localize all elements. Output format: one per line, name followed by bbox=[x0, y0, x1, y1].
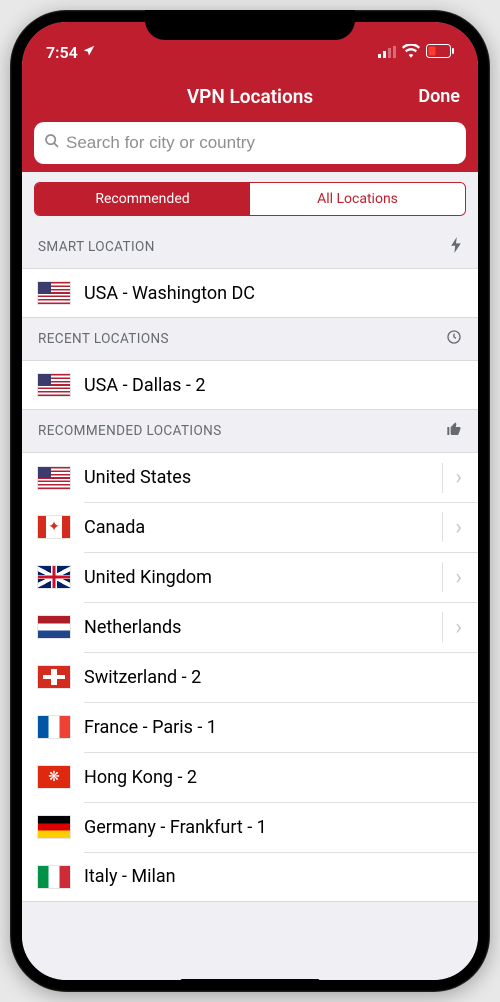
location-row-de[interactable]: Germany - Frankfurt - 1 bbox=[22, 802, 478, 852]
flag-de-icon bbox=[38, 816, 70, 838]
signal-icon bbox=[378, 43, 396, 62]
location-label: Switzerland - 2 bbox=[84, 667, 462, 688]
chevron-right-icon[interactable]: › bbox=[442, 612, 462, 642]
location-row-gb[interactable]: United Kingdom › bbox=[22, 552, 478, 602]
tab-recommended[interactable]: Recommended bbox=[35, 183, 250, 215]
location-row-us[interactable]: United States › bbox=[22, 452, 478, 502]
location-label: Italy - Milan bbox=[84, 866, 462, 887]
location-row-recent[interactable]: USA - Dallas - 2 bbox=[22, 360, 478, 410]
home-indicator[interactable] bbox=[180, 979, 320, 984]
segmented-wrap: Recommended All Locations bbox=[22, 172, 478, 226]
notch bbox=[145, 10, 355, 40]
location-row-ca[interactable]: Canada › bbox=[22, 502, 478, 552]
flag-hk-icon bbox=[38, 766, 70, 788]
clock-icon bbox=[446, 329, 462, 349]
location-row-ch[interactable]: Switzerland - 2 bbox=[22, 652, 478, 702]
search-icon bbox=[44, 133, 60, 154]
flag-ca-icon bbox=[38, 516, 70, 538]
status-left: 7:54 bbox=[46, 43, 96, 62]
segmented-control: Recommended All Locations bbox=[34, 182, 466, 216]
search-wrap bbox=[22, 122, 478, 172]
chevron-right-icon[interactable]: › bbox=[442, 562, 462, 592]
location-row-hk[interactable]: Hong Kong - 2 bbox=[22, 752, 478, 802]
locations-list[interactable]: SMART LOCATION USA - Washington DC RECEN… bbox=[22, 226, 478, 980]
flag-it-icon bbox=[38, 866, 70, 888]
flag-gb-icon bbox=[38, 566, 70, 588]
location-label: United States bbox=[84, 467, 428, 488]
location-label: Germany - Frankfurt - 1 bbox=[84, 817, 462, 838]
location-label: United Kingdom bbox=[84, 567, 428, 588]
location-row-smart[interactable]: USA - Washington DC bbox=[22, 268, 478, 318]
section-title-recommended: RECOMMENDED LOCATIONS bbox=[38, 423, 222, 439]
location-label: France - Paris - 1 bbox=[84, 717, 462, 738]
section-title-recent: RECENT LOCATIONS bbox=[38, 331, 169, 347]
status-right bbox=[378, 43, 454, 62]
thumbs-up-icon bbox=[446, 421, 462, 441]
location-label: Netherlands bbox=[84, 617, 428, 638]
flag-us-icon bbox=[38, 467, 70, 489]
flag-us-icon bbox=[38, 282, 70, 304]
lightning-icon bbox=[450, 237, 462, 257]
section-header-recommended: RECOMMENDED LOCATIONS bbox=[22, 410, 478, 452]
location-label: Canada bbox=[84, 517, 428, 538]
location-label: Hong Kong - 2 bbox=[84, 767, 462, 788]
search-input[interactable] bbox=[66, 133, 456, 153]
location-row-fr[interactable]: France - Paris - 1 bbox=[22, 702, 478, 752]
wifi-icon bbox=[402, 43, 420, 62]
flag-nl-icon bbox=[38, 616, 70, 638]
status-time: 7:54 bbox=[46, 43, 78, 62]
section-title-smart: SMART LOCATION bbox=[38, 239, 155, 255]
section-header-recent: RECENT LOCATIONS bbox=[22, 318, 478, 360]
chevron-right-icon[interactable]: › bbox=[442, 512, 462, 542]
screen: 7:54 VPN Locations Done bbox=[22, 22, 478, 980]
flag-ch-icon bbox=[38, 666, 70, 688]
flag-fr-icon bbox=[38, 716, 70, 738]
battery-low-icon bbox=[426, 43, 454, 62]
location-label: USA - Dallas - 2 bbox=[84, 375, 462, 396]
flag-us-icon bbox=[38, 374, 70, 396]
location-arrow-icon bbox=[82, 43, 96, 62]
nav-bar: VPN Locations Done bbox=[22, 70, 478, 122]
section-header-smart: SMART LOCATION bbox=[22, 226, 478, 268]
location-row-nl[interactable]: Netherlands › bbox=[22, 602, 478, 652]
location-row-it[interactable]: Italy - Milan bbox=[22, 852, 478, 902]
search-box[interactable] bbox=[34, 122, 466, 164]
device-frame: 7:54 VPN Locations Done bbox=[10, 10, 490, 992]
tab-all-locations[interactable]: All Locations bbox=[250, 183, 465, 215]
done-button[interactable]: Done bbox=[418, 86, 460, 107]
page-title: VPN Locations bbox=[187, 85, 313, 108]
chevron-right-icon[interactable]: › bbox=[442, 463, 462, 493]
location-label: USA - Washington DC bbox=[84, 283, 462, 304]
